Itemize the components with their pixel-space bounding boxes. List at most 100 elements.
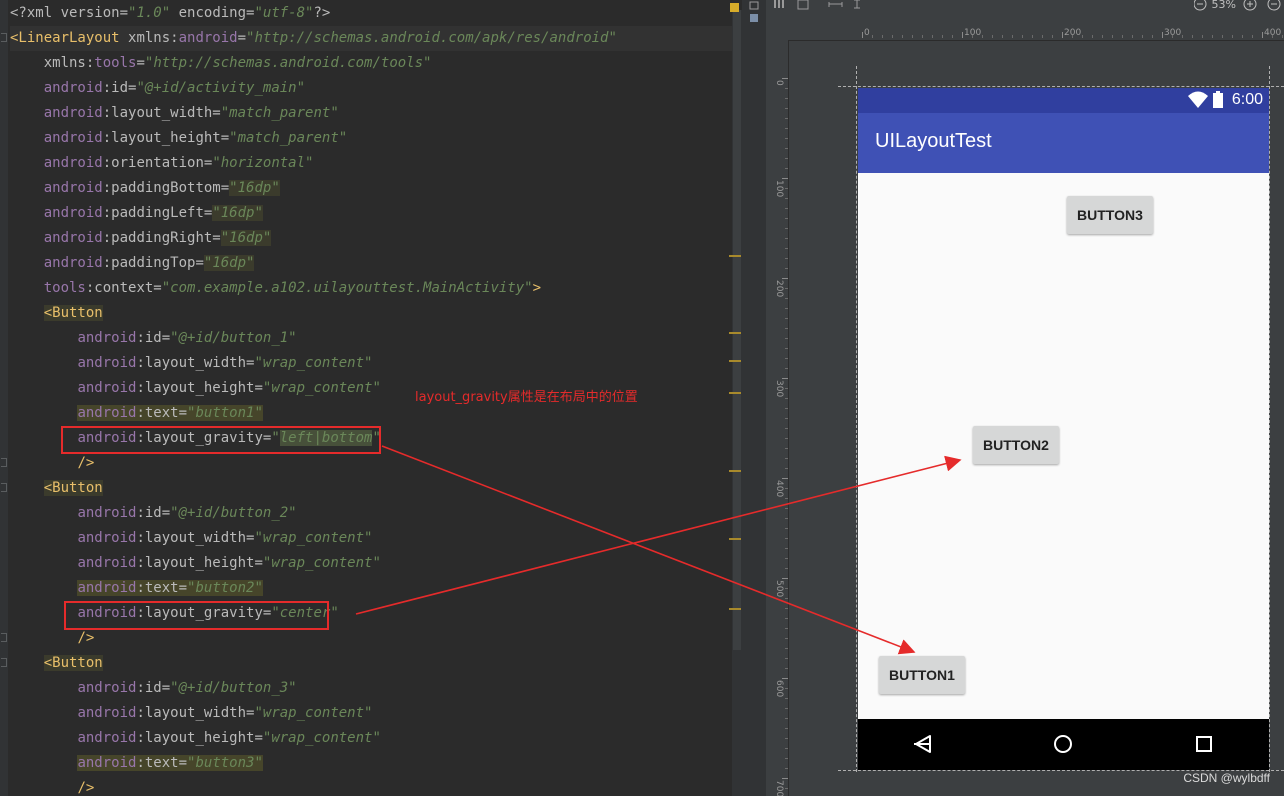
code-line[interactable]: android:id="@+id/button_2" [10,501,296,526]
palette-icon[interactable] [744,0,768,30]
ruler-minor-tick [785,448,788,449]
toolbar-tools-icons[interactable] [774,0,884,14]
code-token: :layout_height= [102,130,230,146]
code-line[interactable]: <LinearLayout xmlns:android="http://sche… [10,26,735,51]
fold-icon[interactable] [0,455,8,469]
ruler-tick [1162,32,1163,38]
error-stripe-mark[interactable] [729,332,741,334]
code-line[interactable]: android:paddingRight="16dp" [10,226,272,251]
ruler-minor-tick [785,508,788,509]
code-token: xmlns: [43,55,95,71]
code-line[interactable]: /> [10,776,94,796]
code-token: "match_parent" [229,130,348,146]
code-line[interactable]: android:id="@+id/activity_main" [10,76,305,101]
code-line[interactable]: android:id="@+id/button_1" [10,326,297,351]
ruler-minor-tick [785,498,788,499]
code-token: "match_parent" [220,105,339,121]
code-token: xmlns: [128,30,179,46]
code-line[interactable]: android:text="button2" [10,576,263,601]
error-stripe-mark[interactable] [729,608,741,610]
code-token: android [43,80,103,96]
zoom-controls[interactable] [1194,0,1284,14]
palette-strip[interactable] [742,0,766,796]
code-line[interactable]: <Button [10,301,103,326]
error-stripe-mark[interactable] [729,360,741,362]
code-line[interactable]: android:text="button1" [10,401,263,426]
error-stripe-mark[interactable] [729,470,741,472]
error-stripe-mark[interactable] [729,538,741,540]
code-line[interactable]: android:layout_width="wrap_content" [10,351,372,376]
code-token: :layout_height= [136,730,263,746]
app-bar: UILayoutTest [858,113,1269,173]
code-line[interactable]: android:layout_width="match_parent" [10,101,339,126]
code-token: "button2" [187,580,263,596]
fold-icon[interactable] [0,655,8,669]
button-2[interactable]: BUTTON2 [973,426,1059,464]
app-title: UILayoutTest [875,130,992,152]
ruler-minor-tick [932,35,933,38]
code-line[interactable]: <?xml version="1.0" encoding="utf-8"?> [10,1,330,26]
code-token: /> [77,455,95,471]
ruler-minor-tick [1102,35,1103,38]
fold-icon[interactable] [0,30,8,44]
code-line[interactable]: android:layout_height="wrap_content" [10,726,380,751]
ruler-minor-tick [922,35,923,38]
ruler-minor-tick [1222,35,1223,38]
ruler-minor-tick [992,35,993,38]
code-line[interactable]: android:layout_height="wrap_content" [10,376,380,401]
error-stripe-mark[interactable] [729,392,741,394]
code-token: "wrap_content" [254,705,373,721]
code-line[interactable]: <Button [10,476,103,501]
code-line[interactable]: android:layout_height="wrap_content" [10,551,380,576]
code-line[interactable]: android:layout_height="match_parent" [10,126,347,151]
code-token: :paddingBottom= [102,180,230,196]
code-line[interactable]: android:layout_width="wrap_content" [10,526,372,551]
code-token: "http://schemas.android.com/tools" [144,55,432,71]
button-1[interactable]: BUTTON1 [879,656,965,694]
xml-code-editor[interactable]: <?xml version="1.0" encoding="utf-8"?> <L… [0,0,742,796]
editor-scrollbar[interactable] [732,10,742,796]
button-3[interactable]: BUTTON3 [1067,196,1153,234]
ruler-tick [782,78,788,79]
code-line[interactable]: android:layout_width="wrap_content" [10,701,372,726]
code-line[interactable]: android:paddingBottom="16dp" [10,176,280,201]
back-icon[interactable] [914,735,931,753]
code-token: "16dp" [212,205,263,221]
code-line[interactable]: android:orientation="horizontal" [10,151,314,176]
recents-icon[interactable] [1196,736,1212,752]
code-line[interactable]: android:paddingTop="16dp" [10,251,255,276]
code-token: ?> [313,5,331,21]
warning-indicator-icon[interactable] [730,3,739,12]
ruler-tick [782,278,788,279]
code-token: android [43,130,103,146]
fold-icon[interactable] [0,480,8,494]
code-line[interactable]: xmlns:tools="http://schemas.android.com/… [10,51,432,76]
code-token: "@+id/button_1" [170,330,297,346]
code-token: android [77,405,137,421]
ruler-minor-tick [785,358,788,359]
code-line[interactable]: android:paddingLeft="16dp" [10,201,263,226]
code-token: android [77,380,137,396]
ruler-label: 100 [774,180,784,198]
code-line[interactable]: /> [10,451,94,476]
code-line[interactable]: android:id="@+id/button_3" [10,676,296,701]
ruler-tick [782,378,788,379]
code-token: :context= [85,280,162,296]
ruler-tick [962,32,963,38]
ruler-tick [1262,32,1263,38]
error-stripe-mark[interactable] [729,255,741,257]
code-token: :layout_width= [102,105,221,121]
status-time: 6:00 [1231,91,1263,108]
home-icon[interactable] [1054,735,1072,753]
fold-icon[interactable] [0,630,8,644]
device-preview[interactable]: 6:00 UILayoutTest BUTTON3 BUTTON2 BUTTON… [858,88,1269,770]
code-token: <Button [43,655,103,671]
ruler-minor-tick [785,708,788,709]
code-line[interactable]: android:text="button3" [10,751,263,776]
scrollbar-thumb[interactable] [733,10,741,650]
code-line[interactable]: tools:context="com.example.a102.uilayout… [10,276,541,301]
code-line[interactable]: <Button [10,651,103,676]
